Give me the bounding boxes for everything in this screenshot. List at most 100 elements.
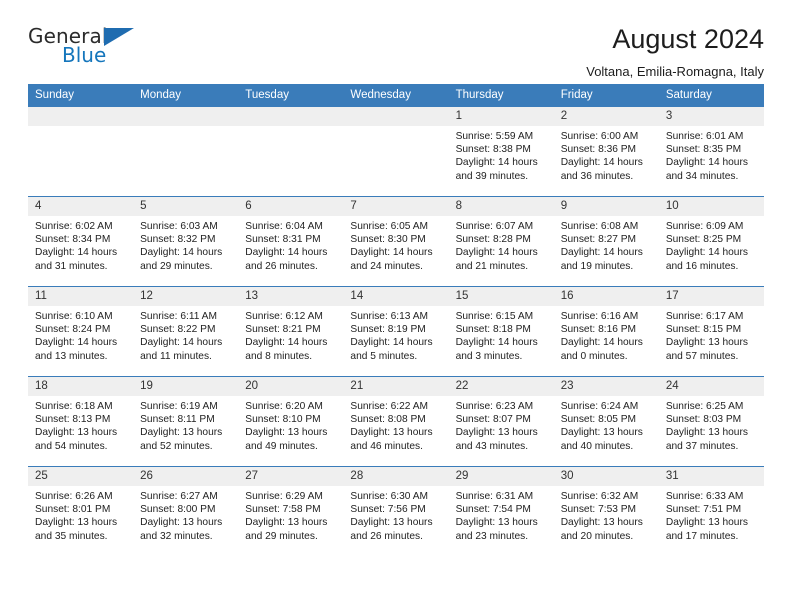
weekday-header-tuesday: Tuesday [238, 84, 344, 107]
day-number [238, 107, 344, 126]
day-number: 31 [658, 467, 764, 486]
calendar-week-row: 25 Sunrise: 6:26 AM Sunset: 8:01 PM Dayligh… [28, 466, 764, 557]
calendar-day-cell[interactable]: 23 Sunrise: 6:24 AM Sunset: 8:05 PM Dayligh… [553, 376, 659, 467]
calendar-day-cell[interactable]: 14 Sunrise: 6:13 AM Sunset: 8:19 PM Dayligh… [343, 286, 449, 377]
day-sun-info: Sunrise: 6:01 AM Sunset: 8:35 PM Daylight:… [659, 126, 764, 183]
sunset-text: Sunset: 7:58 PM [245, 504, 321, 516]
calendar-day-cell-empty [133, 106, 239, 197]
calendar-day-cell[interactable]: 15 Sunrise: 6:15 AM Sunset: 8:18 PM Dayligh… [448, 286, 554, 377]
day-sun-info: Sunrise: 6:32 AM Sunset: 7:53 PM Daylight:… [554, 486, 659, 543]
daylight-text: Daylight: 14 hours and 19 minutes. [560, 247, 643, 272]
day-sun-info: Sunrise: 6:11 AM Sunset: 8:22 PM Daylight:… [133, 306, 238, 363]
calendar-day-cell[interactable]: 18 Sunrise: 6:18 AM Sunset: 8:13 PM Dayligh… [28, 376, 134, 467]
daylight-text: Daylight: 13 hours and 29 minutes. [245, 517, 328, 542]
day-number: 18 [28, 377, 134, 396]
day-number: 20 [238, 377, 344, 396]
calendar-day-cell[interactable]: 21 Sunrise: 6:22 AM Sunset: 8:08 PM Dayligh… [343, 376, 449, 467]
calendar-table: Sunday Monday Tuesday Wednesday Thursday… [28, 84, 764, 557]
calendar-day-cell[interactable]: 30 Sunrise: 6:32 AM Sunset: 7:53 PM Dayligh… [553, 466, 659, 557]
day-number: 25 [28, 467, 134, 486]
daylight-text: Daylight: 14 hours and 31 minutes. [35, 247, 118, 272]
day-sun-info: Sunrise: 6:30 AM Sunset: 7:56 PM Daylight:… [343, 486, 448, 543]
daylight-text: Daylight: 13 hours and 57 minutes. [665, 337, 748, 362]
day-number: 10 [658, 197, 764, 216]
general-blue-logo[interactable]: General Blue [28, 24, 148, 72]
calendar-day-cell[interactable]: 2 Sunrise: 6:00 AM Sunset: 8:36 PM Daylight… [553, 106, 659, 197]
daylight-text: Daylight: 13 hours and 46 minutes. [350, 427, 433, 452]
day-number: 5 [133, 197, 239, 216]
calendar-day-cell[interactable]: 1 Sunrise: 5:59 AM Sunset: 8:38 PM Daylight… [448, 106, 554, 197]
calendar-day-cell[interactable]: 8 Sunrise: 6:07 AM Sunset: 8:28 PM Daylight… [448, 196, 554, 287]
day-number: 23 [553, 377, 659, 396]
daylight-text: Daylight: 13 hours and 20 minutes. [560, 517, 643, 542]
sunrise-text: Sunrise: 6:29 AM [245, 491, 323, 502]
weekday-header-thursday: Thursday [448, 84, 554, 107]
sunset-text: Sunset: 8:21 PM [245, 324, 321, 336]
sunrise-text: Sunrise: 6:25 AM [665, 401, 744, 412]
calendar-day-cell-empty [238, 106, 344, 197]
daylight-text: Daylight: 14 hours and 26 minutes. [245, 247, 328, 272]
sunset-text: Sunset: 8:15 PM [665, 324, 742, 336]
calendar-day-cell[interactable]: 29 Sunrise: 6:31 AM Sunset: 7:54 PM Dayligh… [448, 466, 554, 557]
sunset-text: Sunset: 8:16 PM [560, 324, 637, 336]
sunset-text: Sunset: 8:32 PM [140, 234, 216, 246]
calendar-week-row: 1 Sunrise: 5:59 AM Sunset: 8:38 PM Daylight… [28, 106, 764, 197]
calendar-day-cell[interactable]: 3 Sunrise: 6:01 AM Sunset: 8:35 PM Daylight… [658, 106, 764, 197]
daylight-text: Daylight: 13 hours and 54 minutes. [35, 427, 118, 452]
calendar-day-cell[interactable]: 11 Sunrise: 6:10 AM Sunset: 8:24 PM Dayligh… [28, 286, 134, 377]
day-number: 3 [658, 107, 764, 126]
daylight-text: Daylight: 13 hours and 43 minutes. [455, 427, 538, 452]
day-sun-info: Sunrise: 6:23 AM Sunset: 8:07 PM Daylight:… [449, 396, 554, 453]
daylight-text: Daylight: 13 hours and 37 minutes. [665, 427, 748, 452]
calendar-day-cell[interactable]: 27 Sunrise: 6:29 AM Sunset: 7:58 PM Dayligh… [238, 466, 344, 557]
day-number: 26 [133, 467, 239, 486]
calendar-day-cell[interactable]: 13 Sunrise: 6:12 AM Sunset: 8:21 PM Dayligh… [238, 286, 344, 377]
calendar-day-cell[interactable]: 9 Sunrise: 6:08 AM Sunset: 8:27 PM Daylight… [553, 196, 659, 287]
calendar-day-cell[interactable]: 31 Sunrise: 6:33 AM Sunset: 7:51 PM Dayligh… [658, 466, 764, 557]
sunrise-text: Sunrise: 6:33 AM [665, 491, 744, 502]
sunrise-text: Sunrise: 6:26 AM [35, 491, 113, 502]
calendar-day-cell[interactable]: 20 Sunrise: 6:20 AM Sunset: 8:10 PM Dayligh… [238, 376, 344, 467]
calendar-day-cell[interactable]: 28 Sunrise: 6:30 AM Sunset: 7:56 PM Dayligh… [343, 466, 449, 557]
page-header: General Blue August 2024 Voltana, Emilia… [28, 0, 764, 79]
day-number: 29 [448, 467, 554, 486]
sunset-text: Sunset: 8:35 PM [665, 144, 742, 156]
daylight-text: Daylight: 13 hours and 17 minutes. [665, 517, 748, 542]
day-sun-info: Sunrise: 6:16 AM Sunset: 8:16 PM Daylight:… [554, 306, 659, 363]
sunrise-text: Sunrise: 6:08 AM [560, 221, 639, 232]
calendar-day-cell[interactable]: 25 Sunrise: 6:26 AM Sunset: 8:01 PM Dayligh… [28, 466, 134, 557]
daylight-text: Daylight: 14 hours and 16 minutes. [665, 247, 748, 272]
calendar-day-cell[interactable]: 5 Sunrise: 6:03 AM Sunset: 8:32 PM Daylight… [133, 196, 239, 287]
page-subtitle: Voltana, Emilia-Romagna, Italy [586, 64, 764, 79]
calendar-day-cell[interactable]: 22 Sunrise: 6:23 AM Sunset: 8:07 PM Dayligh… [448, 376, 554, 467]
calendar-week-row: 11 Sunrise: 6:10 AM Sunset: 8:24 PM Dayligh… [28, 286, 764, 377]
calendar-day-cell[interactable]: 24 Sunrise: 6:25 AM Sunset: 8:03 PM Dayligh… [658, 376, 764, 467]
day-sun-info: Sunrise: 6:03 AM Sunset: 8:32 PM Daylight:… [133, 216, 238, 273]
day-sun-info: Sunrise: 6:33 AM Sunset: 7:51 PM Daylight:… [659, 486, 764, 543]
logo-text-blue: Blue [62, 43, 107, 67]
calendar-day-cell[interactable]: 16 Sunrise: 6:16 AM Sunset: 8:16 PM Dayligh… [553, 286, 659, 377]
calendar-day-cell[interactable]: 4 Sunrise: 6:02 AM Sunset: 8:34 PM Daylight… [28, 196, 134, 287]
sunset-text: Sunset: 8:27 PM [560, 234, 637, 246]
calendar-day-cell-empty [28, 106, 134, 197]
calendar-day-cell[interactable]: 6 Sunrise: 6:04 AM Sunset: 8:31 PM Daylight… [238, 196, 344, 287]
sunset-text: Sunset: 8:22 PM [140, 324, 216, 336]
day-sun-info: Sunrise: 6:02 AM Sunset: 8:34 PM Daylight:… [28, 216, 133, 273]
daylight-text: Daylight: 13 hours and 26 minutes. [350, 517, 433, 542]
calendar-day-cell[interactable]: 26 Sunrise: 6:27 AM Sunset: 8:00 PM Dayligh… [133, 466, 239, 557]
calendar-day-cell[interactable]: 19 Sunrise: 6:19 AM Sunset: 8:11 PM Dayligh… [133, 376, 239, 467]
day-number: 12 [133, 287, 239, 306]
sunset-text: Sunset: 8:31 PM [245, 234, 321, 246]
sunrise-text: Sunrise: 6:17 AM [665, 311, 744, 322]
sunset-text: Sunset: 8:30 PM [350, 234, 426, 246]
calendar-day-cell[interactable]: 17 Sunrise: 6:17 AM Sunset: 8:15 PM Dayligh… [658, 286, 764, 377]
sunset-text: Sunset: 8:28 PM [455, 234, 531, 246]
sunrise-text: Sunrise: 6:18 AM [35, 401, 113, 412]
sunrise-text: Sunrise: 6:24 AM [560, 401, 639, 412]
calendar-day-cell[interactable]: 7 Sunrise: 6:05 AM Sunset: 8:30 PM Daylight… [343, 196, 449, 287]
sunrise-text: Sunrise: 6:02 AM [35, 221, 113, 232]
daylight-text: Daylight: 13 hours and 32 minutes. [140, 517, 223, 542]
calendar-day-cell[interactable]: 12 Sunrise: 6:11 AM Sunset: 8:22 PM Dayligh… [133, 286, 239, 377]
day-number: 8 [448, 197, 554, 216]
calendar-day-cell[interactable]: 10 Sunrise: 6:09 AM Sunset: 8:25 PM Dayligh… [658, 196, 764, 287]
